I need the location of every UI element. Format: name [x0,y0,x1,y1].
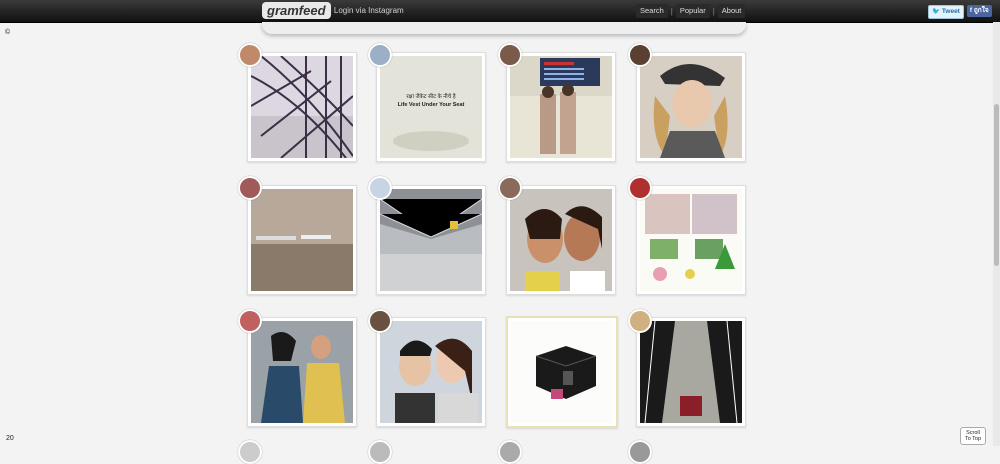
gramfeed-logo[interactable]: gramfeed [262,2,331,19]
user-avatar[interactable] [628,440,652,464]
photo-card[interactable] [376,317,486,427]
user-avatar[interactable] [628,176,652,200]
search-panel-tab [262,22,746,34]
photo-card[interactable] [247,317,357,427]
side-mark: © [5,29,11,36]
share-buttons: 🐦 Tweet f ถูกใจ [928,5,992,19]
nav-separator: | [712,6,715,16]
photo-image[interactable] [511,321,613,423]
user-avatar[interactable] [628,43,652,67]
user-avatar[interactable] [238,43,262,67]
photo-card-selected[interactable] [506,316,618,428]
photo-count: 20 [6,435,14,442]
user-avatar[interactable] [238,176,262,200]
nav-separator: | [670,6,673,16]
photo-card[interactable] [247,185,357,295]
twitter-bird-icon: 🐦 [932,8,941,15]
user-avatar[interactable] [628,309,652,333]
photo-couple-selfie [380,321,482,423]
scroll-to-top-label-2: To Top [964,436,982,442]
photo-image[interactable] [380,321,482,423]
photo-image[interactable] [251,56,353,158]
user-avatar[interactable] [498,176,522,200]
photo-image[interactable] [640,321,742,423]
photo-image[interactable] [251,321,353,423]
nav-popular-button[interactable]: Popular [675,4,710,18]
photo-image[interactable] [251,189,353,291]
photo-image[interactable] [640,56,742,158]
photo-gift-box [511,321,613,423]
user-avatar[interactable] [238,309,262,333]
user-avatar[interactable] [238,440,262,464]
photo-selfie-cap [640,56,742,158]
nav-search-button[interactable]: Search [636,4,668,18]
user-avatar[interactable] [368,440,392,464]
scrollbar-thumb[interactable] [994,104,999,266]
photo-image[interactable] [640,189,742,291]
photo-card[interactable] [247,52,357,162]
photo-airport-tarmac [251,189,353,291]
user-avatar[interactable] [368,43,392,67]
photo-card[interactable] [506,185,616,295]
photo-roof-structure [251,56,353,158]
facebook-icon: f [969,7,973,14]
facebook-like-button[interactable]: f ถูกใจ [966,5,992,17]
photo-image[interactable] [380,189,482,291]
page-scrollbar[interactable] [993,22,1000,446]
photo-card[interactable]: रक्षा जैकेट सीट के नीचे है Life Vest Und… [376,52,486,162]
top-nav: Search | Popular | About [636,4,746,18]
photo-couple-airport [251,321,353,423]
scroll-to-top-button[interactable]: Scroll To Top [960,427,986,445]
photo-card[interactable] [376,185,486,295]
photo-image[interactable] [510,189,612,291]
photo-airport-terminal [380,189,482,291]
tweet-button[interactable]: 🐦 Tweet [928,5,964,19]
user-avatar[interactable] [498,43,522,67]
user-avatar-placeholder[interactable] [368,176,392,200]
photo-card[interactable] [636,317,746,427]
facebook-like-label: ถูกใจ [973,7,989,14]
user-avatar[interactable] [368,309,392,333]
login-instagram-link[interactable]: - Login via Instagram [329,6,404,15]
tweet-label: Tweet [941,8,960,15]
photo-two-friends-selfie [510,189,612,291]
nav-about-button[interactable]: About [717,4,746,18]
sign-text-english: Life Vest Under Your Seat [397,102,465,108]
photo-escalator-passport [640,321,742,423]
top-bar: gramfeed - Login via Instagram Search | … [0,0,1000,23]
user-avatar[interactable] [498,440,522,464]
photo-card[interactable] [636,185,746,295]
photo-departure-board-selfie [510,56,612,158]
photo-image[interactable]: रक्षा जैकेट सीट के नीचे है Life Vest Und… [380,56,482,158]
sign-text-hindi: रक्षा जैकेट सीट के नीचे है [406,94,456,100]
photo-image[interactable] [510,56,612,158]
photo-card[interactable] [636,52,746,162]
photo-christmas-collage [640,189,742,291]
photo-card[interactable] [506,52,616,162]
